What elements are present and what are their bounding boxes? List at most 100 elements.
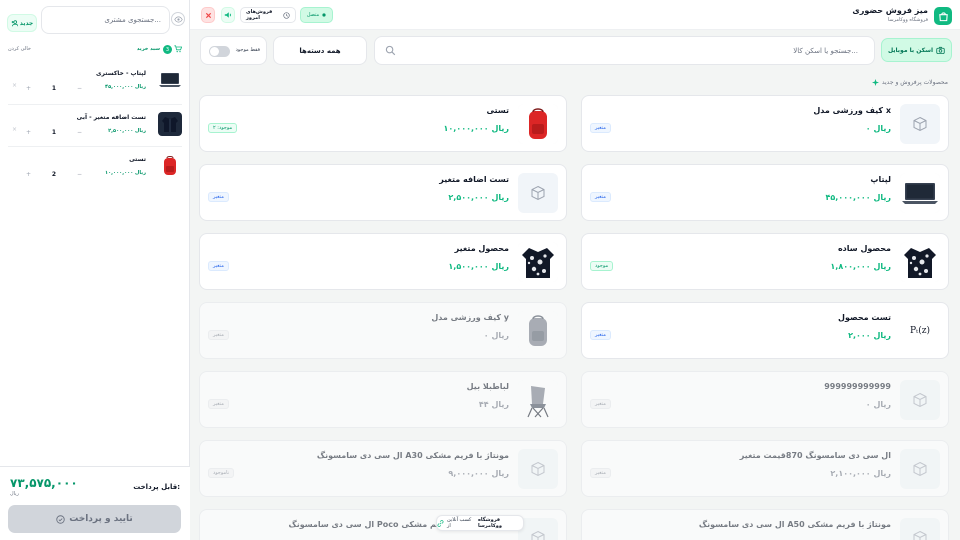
product-price: ۱,۵۰۰,۰۰۰ ریال	[448, 262, 509, 271]
product-price: ۲,۵۰۰,۰۰۰ ریال	[448, 193, 509, 202]
product-price: ۰ ریال	[865, 400, 891, 409]
store-tag: کسب آنلاین از فروشگاه ووکامرسا	[436, 515, 524, 531]
product-image	[518, 242, 558, 282]
remove-item-button[interactable]: ×	[12, 126, 17, 133]
cart-item: تست اضافه متغیر - آبی ۲,۵۰۰,۰۰۰ ریال + 1…	[8, 112, 182, 146]
check-circle-icon	[56, 514, 65, 524]
package-icon	[900, 518, 940, 540]
product-card[interactable]: تستی ۱۰,۰۰۰,۰۰۰ ریال موجود: ۲	[199, 95, 567, 152]
product-card[interactable]: ال سی دی سامسونگ A30 مونتاژ با فریم مشکی…	[199, 440, 567, 497]
product-badge: متغیر	[208, 399, 229, 409]
cart-title: سبد خرید	[136, 46, 160, 52]
product-search-input[interactable]: جستجو یا اسکن کالا...	[374, 36, 875, 65]
product-badge: متغیر	[590, 330, 611, 340]
sparkle-icon	[871, 79, 879, 86]
sound-toggle-button[interactable]	[221, 7, 235, 23]
product-title: محصول ساده	[837, 244, 891, 253]
search-icon	[385, 45, 396, 56]
product-badge: متغیر	[208, 330, 229, 340]
section-title-label: محصولات پرفروش و جدید	[881, 79, 948, 86]
product-card[interactable]: کیف ورزشی مدل x ۰ ریال متغیر	[581, 95, 949, 152]
product-card[interactable]: ال سی دی سامسونگ A50 مونتاژ با فریم مشکی	[581, 509, 949, 540]
backpack-thumbnail	[158, 154, 182, 178]
new-customer-label: جدید	[19, 19, 34, 27]
package-icon	[900, 104, 940, 144]
confirm-pay-button[interactable]: تایید و پرداخت	[8, 505, 181, 533]
minus-button[interactable]: −	[77, 129, 82, 136]
product-image	[518, 380, 558, 420]
product-card[interactable]: محصول ساده ۱,۸۰۰,۰۰۰ ریال موجود	[581, 233, 949, 290]
payable-label: قابل پرداخت:	[133, 483, 180, 491]
scan-with-mobile-button[interactable]: اسکن با موبایل	[881, 38, 952, 62]
product-card[interactable]: Pₜ(z) تست محصول ۲,۰۰۰ ریال متغیر	[581, 302, 949, 359]
quantity-stepper[interactable]: + 1 −	[26, 126, 82, 138]
cart-item-name: لپتاپ - خاکستری	[96, 70, 146, 77]
user-plus-icon	[11, 19, 18, 27]
plus-button[interactable]: +	[26, 129, 31, 136]
product-badge: موجود: ۲	[208, 123, 238, 133]
product-image	[518, 311, 558, 351]
product-price: ۰ ریال	[865, 124, 891, 133]
product-price: ۴۵,۰۰۰,۰۰۰ ریال	[825, 193, 892, 202]
product-card[interactable]: لباطبلا بیل ۴۴ ریال متغیر	[199, 371, 567, 428]
customer-search-placeholder: جستجوی مشتری...	[104, 16, 161, 24]
category-select[interactable]: همه دسته‌ها	[273, 36, 367, 65]
quantity-value: 1	[51, 128, 57, 136]
product-card[interactable]: لپتاپ ۴۵,۰۰۰,۰۰۰ ریال متغیر	[581, 164, 949, 221]
product-title: ال سی دی سامسونگ 870قیمت متغیر	[739, 451, 891, 460]
connection-status-label: متصل	[306, 12, 320, 18]
product-image	[900, 242, 940, 282]
product-price: ۱,۸۰۰,۰۰۰ ریال	[830, 262, 891, 271]
product-search-placeholder: جستجو یا اسکن کالا...	[793, 47, 858, 55]
today-sales-button[interactable]: فروش‌های امروز	[240, 7, 296, 23]
product-badge: متغیر	[590, 123, 611, 133]
product-title: لباطبلا بیل	[466, 382, 509, 391]
scan-label: اسکن با موبایل	[887, 46, 934, 54]
total-amount: ۷۳,۵۷۵,۰۰۰	[10, 476, 78, 490]
plus-button[interactable]: +	[26, 85, 31, 92]
product-title: 999999999999	[824, 382, 891, 391]
product-title: تست محصول	[838, 313, 891, 322]
product-card[interactable]: محصول متغیر ۱,۵۰۰,۰۰۰ ریال متغیر	[199, 233, 567, 290]
in-stock-filter[interactable]: فقط موجود	[200, 36, 267, 65]
product-badge: متغیر	[590, 399, 611, 409]
shopping-cart-icon	[174, 45, 182, 53]
quantity-value: 1	[51, 84, 57, 92]
product-title: لپتاپ	[870, 175, 891, 184]
product-card[interactable]: تست اضافه متغیر ۲,۵۰۰,۰۰۰ ریال متغیر	[199, 164, 567, 221]
cart-item-name: تستی	[129, 156, 146, 163]
camera-icon	[936, 46, 945, 55]
cart-item-name: تست اضافه متغیر - آبی	[76, 114, 146, 121]
product-badge: موجود	[590, 261, 614, 271]
close-button[interactable]	[201, 7, 215, 23]
quantity-stepper[interactable]: + 2 −	[26, 168, 82, 180]
product-title: کیف ورزشی مدل y	[431, 313, 509, 322]
plus-button[interactable]: +	[26, 171, 31, 178]
product-title: تستی	[486, 106, 509, 115]
customer-search-input[interactable]: جستجوی مشتری...	[41, 6, 170, 34]
eye-icon[interactable]	[171, 12, 185, 26]
divider	[8, 104, 182, 105]
link-icon	[437, 519, 444, 527]
product-badge: متغیر	[208, 261, 229, 271]
minus-button[interactable]: −	[77, 171, 82, 178]
product-card[interactable]: 999999999999 ۰ ریال متغیر	[581, 371, 949, 428]
in-stock-label: فقط موجود	[235, 47, 260, 53]
product-badge: متغیر	[590, 468, 611, 478]
confirm-pay-label: تایید و پرداخت	[69, 514, 133, 524]
quantity-stepper[interactable]: + 1 −	[26, 82, 82, 94]
quantity-value: 2	[51, 170, 57, 178]
product-image	[518, 104, 558, 144]
cart-item: تستی ۱۰,۰۰۰,۰۰۰ ریال + 2 −	[8, 154, 182, 188]
product-card[interactable]: ال سی دی سامسونگ 870قیمت متغیر ۲,۱۰۰,۰۰۰ …	[581, 440, 949, 497]
product-card[interactable]: کیف ورزشی مدل y ۰ ریال متغیر	[199, 302, 567, 359]
remove-item-button[interactable]: ×	[12, 82, 17, 89]
divider	[8, 146, 182, 147]
cart-item: لپتاپ - خاکستری ۴۵,۰۰۰,۰۰۰ ریال + 1 − ×	[8, 68, 182, 102]
minus-button[interactable]: −	[77, 85, 82, 92]
in-stock-toggle[interactable]	[209, 46, 230, 57]
product-price: ۹,۰۰۰,۰۰۰ ریال	[448, 469, 509, 478]
new-customer-button[interactable]: جدید	[7, 14, 37, 32]
clear-cart-button[interactable]: خالی کردن	[8, 46, 31, 52]
today-sales-label: فروش‌های امروز	[246, 9, 273, 21]
